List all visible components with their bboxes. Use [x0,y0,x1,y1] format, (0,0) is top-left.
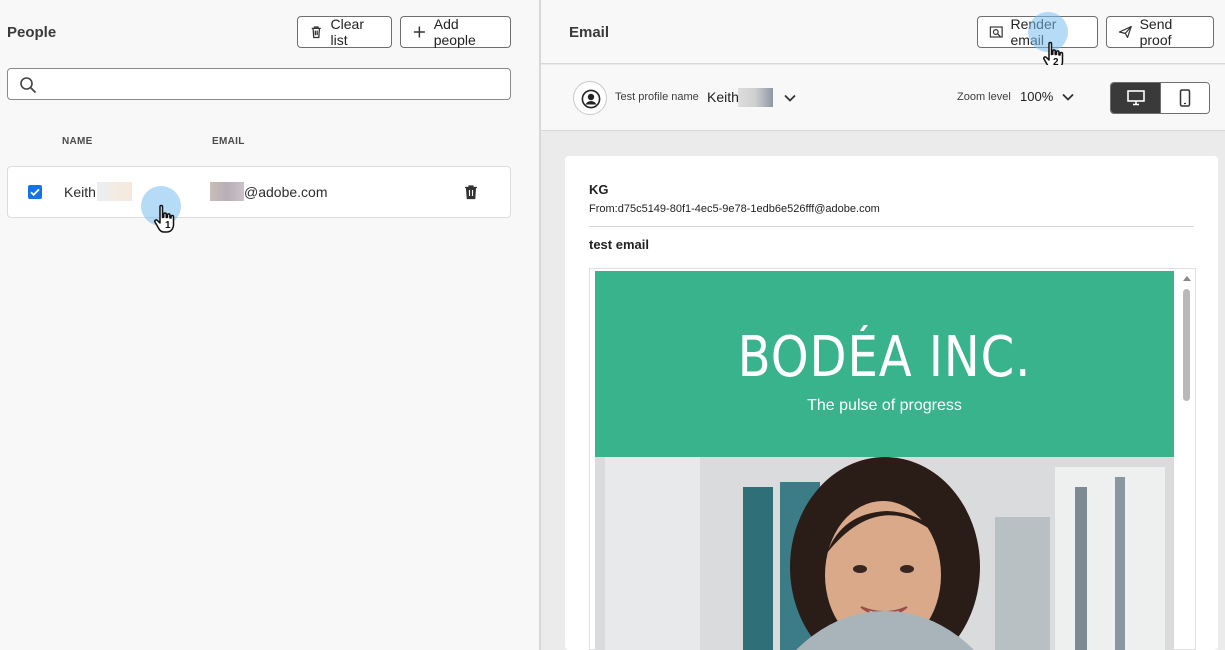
email-subject: test email [589,237,649,252]
zoom-level-label: Zoom level [957,91,1011,103]
zoom-level-value[interactable]: 100% [1020,89,1053,104]
delete-icon[interactable] [462,183,480,201]
desktop-icon [1126,90,1145,106]
email-title: Email [569,24,610,41]
row-email: @adobe.com [244,184,328,200]
preview-toolbar: Test profile name Keith Zoom level 100% [541,65,1225,131]
email-header: Email Render email Send proof 2 [541,0,1225,70]
add-people-button[interactable]: Add people [400,16,511,48]
clear-list-button[interactable]: Clear list [297,16,392,48]
people-title: People [7,24,57,41]
brand-logo: BODÉA INC. [737,325,1032,390]
plus-icon [413,26,425,38]
profile-avatar [573,81,607,115]
people-panel: People Clear list Add people NAME EMAIL … [0,0,539,650]
row-name: Keith [64,184,96,200]
user-icon [581,89,601,109]
send-proof-label: Send proof [1139,16,1173,48]
chevron-down-icon[interactable] [784,94,796,102]
hero-photo-illustration [595,457,1174,650]
redacted-email [210,182,244,201]
scrollbar-thumb[interactable] [1183,289,1190,401]
search-input[interactable] [7,68,511,100]
email-banner: BODÉA INC. The pulse of progress [595,271,1174,457]
hero-photo [595,457,1174,650]
column-header-name[interactable]: NAME [62,136,93,147]
redacted-profile [738,88,773,107]
sender-initials: KG [589,182,609,197]
step-badge-1: 1 [165,220,171,231]
mobile-view-button[interactable] [1160,83,1209,113]
row-checkbox[interactable] [28,185,42,199]
redacted-name [97,182,132,201]
send-proof-button[interactable]: Send proof [1106,16,1214,48]
search-icon [20,77,37,94]
mobile-icon [1179,89,1191,107]
device-toggle [1110,82,1210,114]
table-row[interactable]: Keith @adobe.com [7,166,511,218]
test-profile-label: Test profile name [615,91,699,103]
scroll-up-arrow-icon[interactable] [1182,274,1192,282]
preview-icon [989,26,1003,38]
trash-icon [311,26,321,39]
email-preview-card: KG From:d75c5149-80f1-4ec5-9e78-1edb6e52… [565,156,1218,650]
clear-list-label: Clear list [330,16,364,48]
chevron-down-icon[interactable] [1062,93,1074,101]
column-header-email[interactable]: EMAIL [212,136,245,147]
email-render-frame[interactable]: BODÉA INC. The pulse of progress [589,268,1196,650]
email-panel: Email Render email Send proof 2 Test pro… [541,0,1225,650]
add-people-label: Add people [433,16,476,48]
divider [589,226,1194,227]
from-address: From:d75c5149-80f1-4ec5-9e78-1edb6e526ff… [589,203,880,215]
test-profile-value[interactable]: Keith [707,89,739,105]
send-icon [1118,25,1132,39]
brand-tagline: The pulse of progress [807,397,962,414]
desktop-view-button[interactable] [1111,83,1160,113]
